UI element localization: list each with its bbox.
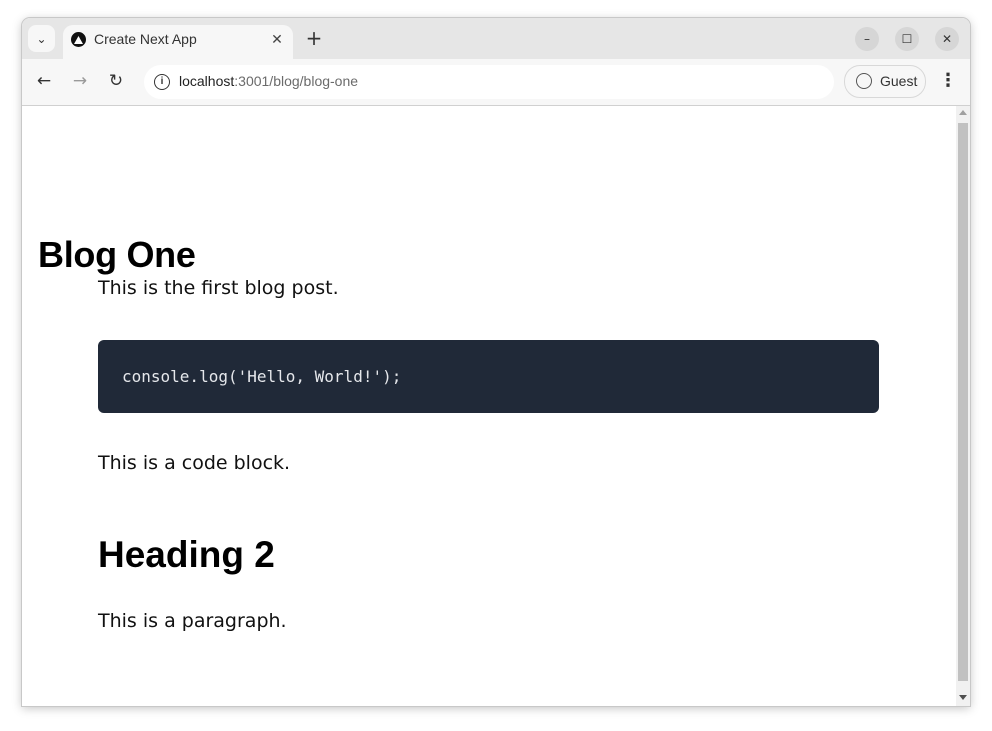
tab-bar: ⌄ Create Next App ✕ + – ☐ ✕ bbox=[22, 18, 970, 59]
browser-toolbar: ← → ↻ i localhost:3001/blog/blog-one Gue… bbox=[22, 59, 970, 106]
page-content: Blog One This is the first blog post. co… bbox=[22, 106, 956, 706]
scroll-down-arrow-icon[interactable] bbox=[959, 695, 967, 700]
reload-icon: ↻ bbox=[108, 71, 124, 91]
address-bar[interactable]: i localhost:3001/blog/blog-one bbox=[144, 65, 834, 99]
close-window-button[interactable]: ✕ bbox=[935, 27, 959, 51]
reload-button[interactable]: ↻ bbox=[105, 70, 127, 92]
body-paragraph: This is a paragraph. bbox=[98, 610, 287, 632]
url-host: localhost bbox=[179, 73, 235, 89]
code-block: console.log('Hello, World!'); bbox=[98, 340, 879, 413]
arrow-right-icon: → bbox=[72, 71, 88, 91]
url-path: :3001/blog/blog-one bbox=[234, 73, 359, 89]
code-caption-paragraph: This is a code block. bbox=[98, 452, 291, 474]
scroll-up-arrow-icon[interactable] bbox=[959, 110, 967, 115]
browser-window: ⌄ Create Next App ✕ + – ☐ ✕ ← → ↻ i loca… bbox=[22, 18, 970, 706]
profile-label: Guest bbox=[880, 73, 918, 89]
tab-search-button[interactable]: ⌄ bbox=[28, 25, 55, 52]
code-text: console.log('Hello, World!'); bbox=[122, 367, 402, 386]
minimize-icon: – bbox=[864, 32, 870, 46]
browser-menu-button[interactable]: ⋮ bbox=[938, 69, 958, 93]
tab-title: Create Next App bbox=[94, 31, 197, 47]
more-vertical-icon: ⋮ bbox=[939, 70, 957, 91]
profile-button[interactable]: Guest bbox=[844, 65, 926, 98]
scrollbar-thumb[interactable] bbox=[958, 123, 968, 681]
tab-create-next-app[interactable]: Create Next App ✕ bbox=[63, 25, 293, 59]
url-text[interactable]: localhost:3001/blog/blog-one bbox=[179, 73, 358, 89]
maximize-button[interactable]: ☐ bbox=[895, 27, 919, 51]
section-heading: Heading 2 bbox=[98, 534, 275, 575]
minimize-button[interactable]: – bbox=[855, 27, 879, 51]
new-tab-button[interactable]: + bbox=[303, 27, 325, 49]
nextjs-logo-icon bbox=[71, 32, 86, 47]
vertical-scrollbar[interactable] bbox=[956, 106, 970, 706]
chevron-down-icon: ⌄ bbox=[36, 31, 47, 46]
intro-paragraph: This is the first blog post. bbox=[98, 277, 339, 299]
page-title: Blog One bbox=[38, 234, 196, 275]
forward-button[interactable]: → bbox=[69, 70, 91, 92]
arrow-left-icon: ← bbox=[36, 71, 52, 91]
account-icon bbox=[856, 73, 872, 89]
back-button[interactable]: ← bbox=[33, 70, 55, 92]
site-info-icon[interactable]: i bbox=[154, 74, 170, 90]
close-icon: ✕ bbox=[941, 32, 953, 46]
close-tab-icon[interactable]: ✕ bbox=[268, 31, 286, 49]
maximize-icon: ☐ bbox=[901, 32, 913, 46]
